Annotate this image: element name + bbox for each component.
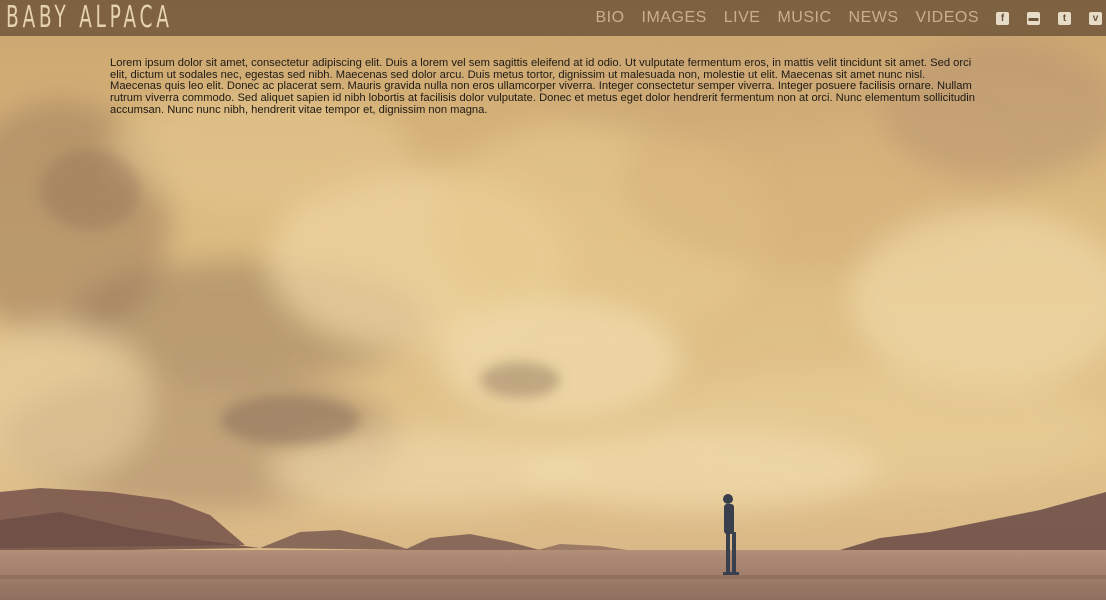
- nav-item-bio[interactable]: BIO: [595, 9, 624, 27]
- nav-item-live[interactable]: LIVE: [724, 9, 761, 27]
- intro-paragraph: Lorem ipsum dolor sit amet, consectetur …: [110, 57, 975, 116]
- facebook-icon[interactable]: f: [996, 11, 1009, 25]
- top-navigation-bar: BABY ALPACA BIO IMAGES LIVE MUSIC NEWS V…: [0, 0, 1106, 36]
- vimeo-icon[interactable]: v: [1089, 11, 1102, 25]
- nav-item-music[interactable]: MUSIC: [777, 9, 831, 27]
- social-links: f ▬ t v: [996, 11, 1106, 25]
- soundcloud-icon[interactable]: ▬: [1027, 11, 1040, 25]
- twitter-icon[interactable]: t: [1058, 11, 1071, 25]
- nav-item-news[interactable]: NEWS: [849, 9, 899, 27]
- main-nav: BIO IMAGES LIVE MUSIC NEWS VIDEOS f ▬ t …: [595, 0, 1106, 36]
- site-logo[interactable]: BABY ALPACA: [6, 1, 173, 35]
- nav-item-images[interactable]: IMAGES: [642, 9, 707, 27]
- nav-item-videos[interactable]: VIDEOS: [916, 9, 979, 27]
